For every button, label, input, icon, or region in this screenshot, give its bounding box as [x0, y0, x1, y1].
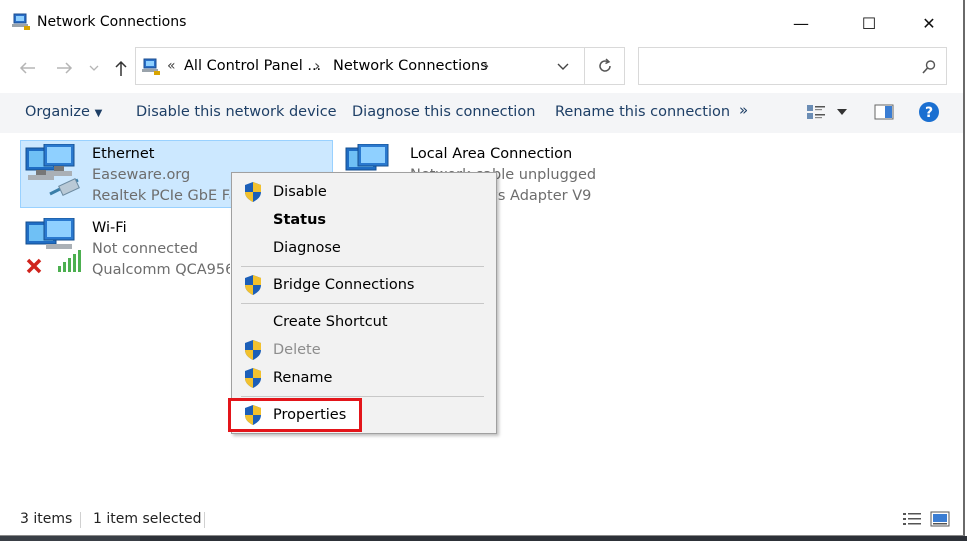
organize-dropdown-icon: ▼: [94, 108, 103, 119]
uac-shield-icon: [245, 275, 261, 295]
uac-shield-icon: [245, 182, 261, 202]
status-divider: [80, 512, 81, 528]
large-icons-view-icon[interactable]: [930, 511, 950, 527]
svg-text:?: ?: [925, 105, 933, 121]
title-bar[interactable]: Network Connections — ☐ ✕: [0, 0, 963, 44]
back-button[interactable]: [14, 56, 40, 80]
minimize-icon: —: [793, 13, 809, 33]
ethernet-adapter-icon[interactable]: [24, 144, 86, 206]
close-icon: ✕: [922, 13, 936, 33]
breadcrumb-overflow[interactable]: «: [167, 58, 176, 74]
selection-count: 1 item selected: [93, 511, 202, 527]
maximize-button[interactable]: ☐: [846, 8, 892, 38]
desktop-background: [140, 536, 967, 541]
breadcrumb-control-panel[interactable]: All Control Panel ...: [184, 58, 321, 74]
organize-label: Organize: [25, 104, 90, 120]
window-title: Network Connections: [37, 14, 187, 30]
menu-item-disable[interactable]: Disable: [273, 184, 327, 200]
breadcrumb-separator[interactable]: ›: [314, 56, 320, 75]
more-commands-button[interactable]: »: [739, 101, 748, 119]
breadcrumb-network-connections[interactable]: Network Connections: [333, 58, 488, 74]
rename-connection-button[interactable]: Rename this connection: [555, 104, 730, 120]
forward-button[interactable]: [52, 56, 78, 80]
disable-device-button[interactable]: Disable this network device: [136, 104, 337, 120]
menu-item-bridge-connections[interactable]: Bridge Connections: [273, 277, 414, 293]
back-arrow-icon: [19, 62, 35, 74]
uac-shield-icon: [245, 405, 261, 425]
wifi-name: Wi-Fi: [92, 220, 127, 236]
organize-menu[interactable]: Organize ▼: [25, 104, 102, 120]
menu-item-diagnose[interactable]: Diagnose: [273, 240, 341, 256]
menu-item-delete[interactable]: Delete: [273, 342, 321, 358]
breadcrumb-separator-end[interactable]: ›: [483, 56, 489, 75]
item-count: 3 items: [20, 511, 73, 527]
menu-item-create-shortcut[interactable]: Create Shortcut: [273, 314, 388, 330]
refresh-icon: [598, 58, 611, 72]
menu-item-status[interactable]: Status: [273, 212, 326, 228]
address-bar[interactable]: « All Control Panel ... › Network Connec…: [135, 47, 585, 85]
network-connections-icon: [12, 13, 30, 30]
help-icon[interactable]: ?: [918, 101, 940, 123]
control-panel-icon: [142, 58, 160, 75]
change-view-icon[interactable]: [806, 104, 826, 120]
forward-arrow-icon: [57, 62, 73, 74]
menu-separator: [241, 266, 484, 267]
ethernet-network: Easeware.org: [92, 167, 191, 183]
close-button[interactable]: ✕: [906, 8, 952, 38]
wifi-adapter-icon[interactable]: [24, 218, 86, 278]
address-dropdown-icon[interactable]: [557, 63, 569, 71]
menu-item-properties[interactable]: Properties: [273, 407, 346, 423]
search-box[interactable]: [638, 47, 947, 85]
search-icon[interactable]: [921, 59, 937, 75]
refresh-button[interactable]: [585, 47, 625, 85]
minimize-button[interactable]: —: [778, 8, 824, 38]
wifi-adapter: Qualcomm QCA9565: [92, 262, 230, 278]
uac-shield-icon: [245, 368, 261, 388]
diagnose-connection-button[interactable]: Diagnose this connection: [352, 104, 535, 120]
uac-shield-icon: [245, 340, 261, 360]
wifi-status: Not connected: [92, 241, 198, 257]
search-input[interactable]: [643, 52, 907, 82]
status-divider: [204, 512, 205, 528]
up-button[interactable]: [108, 56, 134, 80]
menu-separator: [241, 303, 484, 304]
preview-pane-icon[interactable]: [874, 104, 894, 120]
explorer-window: Network Connections — ☐ ✕ « All Control …: [0, 0, 965, 536]
maximize-icon: ☐: [861, 13, 877, 33]
local-area-connection-name: Local Area Connection: [410, 146, 573, 162]
details-view-icon[interactable]: [902, 511, 922, 527]
menu-item-rename[interactable]: Rename: [273, 370, 332, 386]
up-arrow-icon: [115, 60, 127, 76]
ethernet-adapter: Realtek PCIe GbE Fan: [92, 188, 230, 204]
recent-locations-button[interactable]: [84, 56, 104, 80]
view-options-dropdown-icon[interactable]: [837, 109, 847, 116]
ethernet-name: Ethernet: [92, 146, 155, 162]
menu-separator: [241, 396, 484, 397]
chevron-down-icon: [89, 65, 99, 71]
